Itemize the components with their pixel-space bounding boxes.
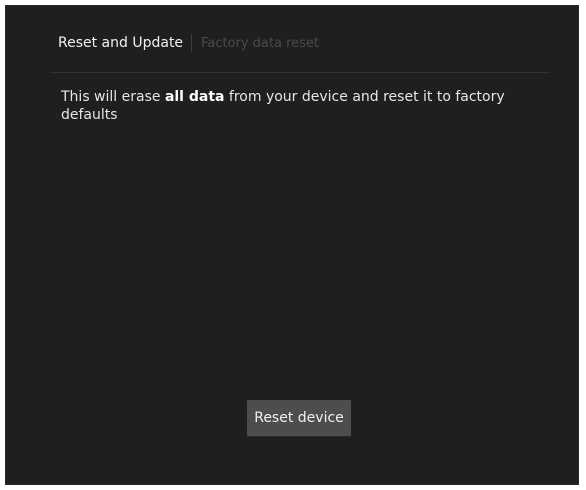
reset-warning-text: This will erase all data from your devic…	[61, 88, 531, 124]
warning-text-emphasis: all data	[164, 89, 225, 105]
breadcrumb-separator	[191, 34, 193, 52]
page-title: Factory data reset	[201, 35, 320, 51]
breadcrumb-parent-reset-and-update[interactable]: Reset and Update	[58, 35, 183, 51]
breadcrumb: Reset and Update Factory data reset	[58, 32, 319, 54]
reset-device-button[interactable]: Reset device	[247, 400, 351, 436]
warning-text-start: This will erase	[61, 89, 165, 105]
settings-panel: Reset and Update Factory data reset This…	[5, 5, 579, 485]
header-divider	[50, 72, 550, 73]
